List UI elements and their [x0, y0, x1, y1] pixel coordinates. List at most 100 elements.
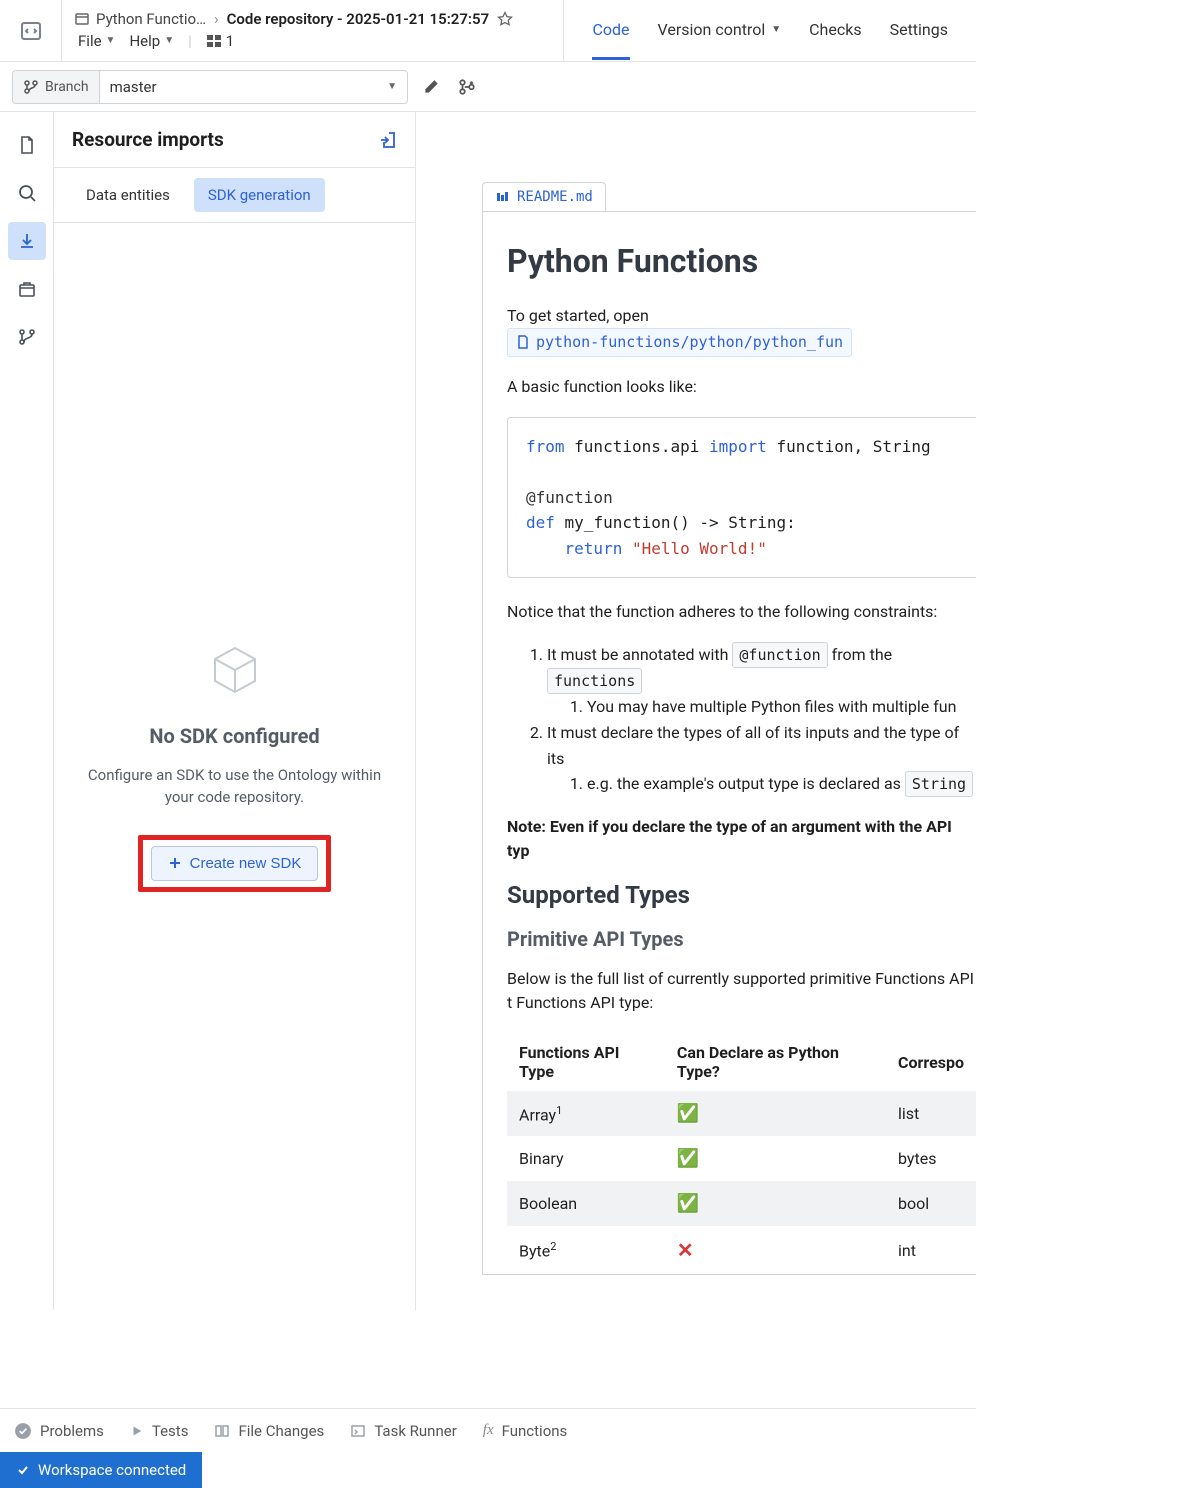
- branch-actions: [422, 78, 476, 96]
- type-py: int: [886, 1226, 976, 1274]
- caret-down-icon: ▼: [377, 81, 407, 92]
- body: Resource imports Data entities SDK gener…: [0, 112, 976, 1310]
- resource-panel: Resource imports Data entities SDK gener…: [54, 112, 416, 1310]
- bottom-problems[interactable]: Problems: [14, 1422, 104, 1440]
- bottom-task-runner[interactable]: Task Runner: [350, 1422, 456, 1440]
- layout-icon: [206, 33, 222, 49]
- code-chip: @function: [732, 642, 827, 668]
- list-item: It must be annotated with @function from…: [547, 642, 976, 720]
- rail-file-icon[interactable]: [8, 126, 46, 164]
- resource-empty-state: No SDK configured Configure an SDK to us…: [54, 223, 415, 1310]
- play-icon: [130, 1424, 144, 1438]
- resource-header: Resource imports: [54, 112, 415, 168]
- list-item: e.g. the example's output type is declar…: [587, 771, 976, 797]
- empty-heading: No SDK configured: [149, 724, 319, 748]
- empty-desc: Configure an SDK to use the Ontology wit…: [84, 764, 385, 809]
- menu-views-count[interactable]: 1: [202, 30, 238, 52]
- bottom-bar: Problems Tests File Changes Task Runner …: [0, 1408, 976, 1452]
- readme-h3: Primitive API Types: [507, 927, 976, 951]
- readme-h2: Supported Types: [507, 881, 976, 909]
- type-name: Array1: [507, 1091, 665, 1136]
- markdown-icon: [495, 190, 509, 204]
- edit-icon[interactable]: [422, 78, 440, 96]
- type-name: Binary: [507, 1136, 665, 1181]
- import-icon[interactable]: [379, 131, 397, 149]
- type-name: Byte2: [507, 1226, 665, 1274]
- tab-code[interactable]: Code: [592, 2, 629, 60]
- tab-checks[interactable]: Checks: [809, 2, 861, 60]
- plus-icon: [168, 856, 182, 870]
- type-py: bool: [886, 1181, 976, 1226]
- tab-version-control[interactable]: Version control▼: [658, 2, 782, 60]
- menu-help[interactable]: Help▼: [125, 30, 178, 52]
- breadcrumb-parent[interactable]: Python Functio…: [74, 10, 206, 28]
- list-item: You may have multiple Python files with …: [587, 694, 976, 720]
- rail-search-icon[interactable]: [8, 174, 46, 212]
- rail-branch-icon[interactable]: [8, 318, 46, 356]
- type-name: Boolean: [507, 1181, 665, 1226]
- readme-intro2: A basic function looks like:: [507, 375, 976, 399]
- readme-content: Python Functions To get started, open py…: [482, 211, 976, 1275]
- resource-tabs: Data entities SDK generation: [54, 168, 415, 223]
- file-link[interactable]: python-functions/python/python_fun: [507, 328, 852, 357]
- bottom-file-changes[interactable]: File Changes: [214, 1422, 324, 1440]
- caret-down-icon: ▼: [106, 35, 116, 46]
- breadcrumb-current[interactable]: Code repository - 2025-01-21 15:27:57: [227, 10, 490, 28]
- tab-data-entities[interactable]: Data entities: [72, 178, 184, 212]
- rail-imports-icon[interactable]: [8, 222, 46, 260]
- list-item: It must declare the types of all of its …: [547, 720, 976, 797]
- caret-down-icon: ▼: [164, 35, 174, 46]
- breadcrumb: Python Functio… › Code repository - 2025…: [74, 10, 551, 28]
- types-table: Functions API Type Can Declare as Python…: [507, 1033, 976, 1274]
- type-declare: ✅: [665, 1181, 886, 1226]
- branch-selector[interactable]: Branch master ▼: [12, 70, 408, 104]
- code-block: from functions.api import function, Stri…: [507, 417, 976, 579]
- type-declare: ✕: [665, 1226, 886, 1274]
- type-py: bytes: [886, 1136, 976, 1181]
- top-bar: Python Functio… › Code repository - 2025…: [0, 0, 976, 62]
- app-logo-cell: [0, 0, 62, 61]
- branch-name: master: [100, 78, 378, 96]
- table-row: Byte2✕int: [507, 1226, 976, 1274]
- cube-icon: [207, 642, 263, 698]
- new-branch-icon[interactable]: [458, 78, 476, 96]
- highlight-box: Create new SDK: [138, 835, 332, 892]
- diff-icon: [214, 1423, 230, 1439]
- readme-note: Note: Even if you declare the type of an…: [507, 815, 976, 863]
- code-logo-icon: [19, 19, 43, 43]
- branch-label: Branch: [13, 71, 100, 103]
- table-header: Functions API Type: [507, 1033, 665, 1091]
- code-chip: functions: [547, 668, 642, 694]
- table-row: Binary✅bytes: [507, 1136, 976, 1181]
- bottom-functions[interactable]: fxFunctions: [483, 1422, 568, 1440]
- type-declare: ✅: [665, 1136, 886, 1181]
- table-header: Correspo: [886, 1033, 976, 1091]
- fx-icon: fx: [483, 1422, 494, 1439]
- check-circle-icon: [14, 1422, 32, 1440]
- branch-bar: Branch master ▼: [0, 62, 976, 112]
- readme-notice: Notice that the function adheres to the …: [507, 600, 976, 624]
- type-py: list: [886, 1091, 976, 1136]
- star-icon[interactable]: [497, 11, 513, 27]
- menubar: File▼ Help▼ | 1: [74, 30, 551, 52]
- repo-icon: [74, 11, 90, 27]
- tab-settings[interactable]: Settings: [890, 2, 948, 60]
- breadcrumb-sep-icon: ›: [214, 10, 219, 28]
- rail-package-icon[interactable]: [8, 270, 46, 308]
- terminal-icon: [350, 1423, 366, 1439]
- tab-sdk-generation[interactable]: SDK generation: [194, 178, 325, 212]
- bottom-tests[interactable]: Tests: [130, 1422, 189, 1440]
- file-icon: [516, 335, 530, 349]
- file-tab-readme[interactable]: README.md: [482, 182, 606, 211]
- resource-title: Resource imports: [72, 128, 224, 151]
- workspace-status[interactable]: Workspace connected: [0, 1452, 202, 1488]
- constraint-list: It must be annotated with @function from…: [507, 642, 976, 797]
- status-bar: Workspace connected: [0, 1452, 976, 1488]
- create-new-sdk-button[interactable]: Create new SDK: [151, 846, 319, 881]
- readme-h1: Python Functions: [507, 242, 976, 280]
- main-editor: README.md Python Functions To get starte…: [416, 112, 976, 1310]
- branch-icon: [23, 79, 39, 95]
- divider: |: [188, 32, 192, 50]
- top-tabs: Code Version control▼ Checks Settings: [563, 0, 976, 61]
- menu-file[interactable]: File▼: [74, 30, 119, 52]
